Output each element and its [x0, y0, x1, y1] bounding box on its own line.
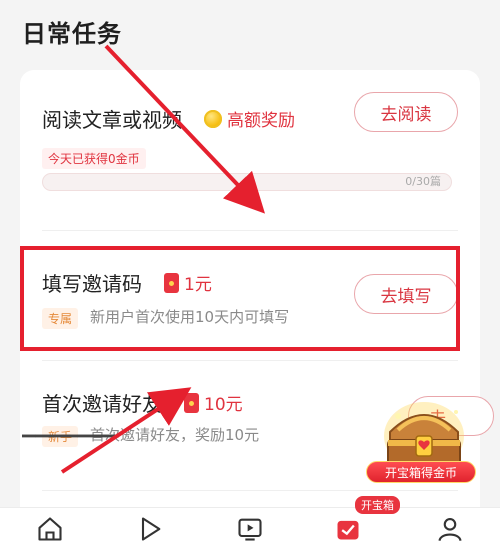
- task-check-icon: [337, 520, 359, 540]
- coin-icon: [204, 109, 222, 128]
- highlight-box: [20, 246, 460, 351]
- tv-icon: [238, 518, 262, 541]
- nav-tasks[interactable]: [318, 508, 378, 550]
- divider: [42, 230, 458, 231]
- nav-profile[interactable]: [420, 508, 480, 550]
- reward-text: 10元: [204, 395, 243, 415]
- page-title: 日常任务: [22, 20, 122, 48]
- read-progress-bar: 0/30篇: [42, 173, 452, 191]
- task-read-articles: 阅读文章或视频 高额奖励 去阅读 今天已获得0金币 0/30篇: [20, 70, 480, 230]
- video-play-icon: [141, 517, 161, 541]
- reward-badge: 高额奖励: [204, 106, 295, 131]
- reward-text: 高额奖励: [227, 111, 295, 131]
- divider: [42, 360, 458, 361]
- nav-tv[interactable]: [220, 508, 280, 550]
- bottom-nav: 开宝箱: [0, 496, 500, 550]
- home-icon: [38, 517, 62, 541]
- progress-label: 0/30篇: [405, 175, 441, 188]
- task-title: 首次邀请好友: [42, 392, 162, 416]
- treasure-chest-label[interactable]: 开宝箱得金币: [366, 461, 476, 483]
- reward-badge: 10元: [184, 390, 243, 415]
- progress-caption: 今天已获得0金币: [42, 148, 146, 169]
- nav-video[interactable]: [120, 508, 180, 550]
- nav-badge: 开宝箱: [355, 496, 400, 514]
- user-icon: [438, 518, 462, 542]
- task-title: 阅读文章或视频: [42, 108, 182, 132]
- divider: [42, 490, 458, 491]
- nav-home[interactable]: [20, 508, 80, 550]
- go-read-button[interactable]: 去阅读: [354, 92, 458, 132]
- red-packet-icon: [184, 392, 199, 413]
